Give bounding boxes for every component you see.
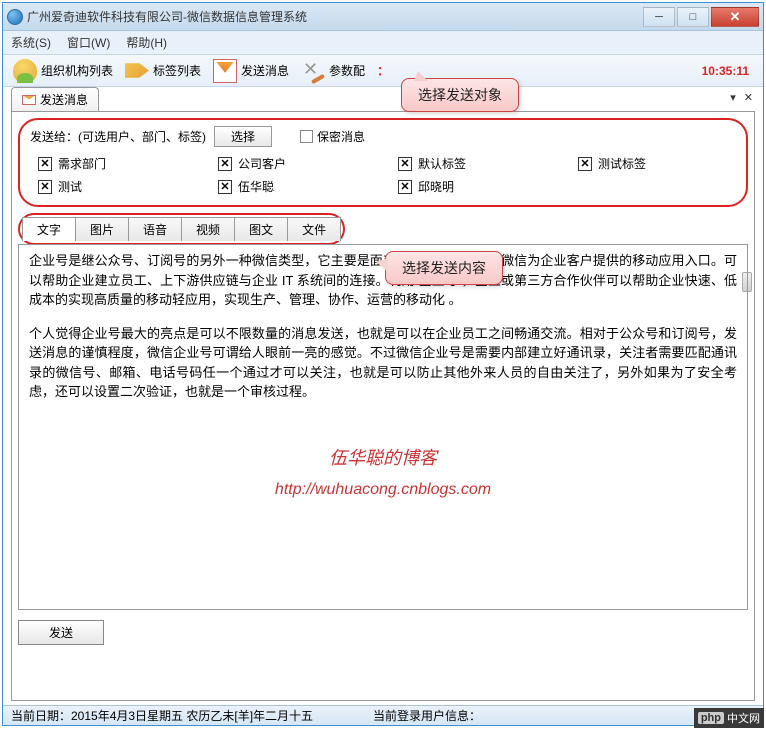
chip: ✕需求部门 bbox=[38, 155, 158, 172]
watermark-url: http://wuhuacong.cnblogs.com bbox=[275, 478, 491, 502]
toolbar-tag-label: 标签列表 bbox=[153, 62, 201, 79]
toolbar-tag-button[interactable]: 标签列表 bbox=[121, 57, 205, 85]
send-row: 发送 bbox=[18, 620, 748, 645]
status-user: 当前登录用户信息： bbox=[373, 707, 481, 724]
content-tab-voice[interactable]: 语音 bbox=[128, 217, 182, 241]
settings-icon bbox=[301, 59, 325, 83]
tab-dropdown[interactable]: ▾ bbox=[728, 91, 738, 104]
chip: ✕测试标签 bbox=[578, 155, 698, 172]
org-icon bbox=[13, 59, 37, 83]
php-badge-text: 中文网 bbox=[727, 710, 760, 726]
toolbar-org-button[interactable]: 组织机构列表 bbox=[9, 57, 117, 85]
status-date: 当前日期：2015年4月3日星期五 农历乙未[羊]年二月十五 bbox=[11, 707, 313, 724]
php-badge-logo: php bbox=[698, 712, 724, 724]
time-display: 10:35:11 bbox=[702, 64, 749, 78]
toolbar: 组织机构列表 标签列表 发送消息 参数配 ： 10:35:11 bbox=[3, 55, 763, 87]
close-button[interactable]: ✕ bbox=[711, 7, 759, 27]
secret-label: 保密消息 bbox=[317, 128, 365, 145]
toolbar-settings-label: 参数配 bbox=[329, 62, 365, 79]
app-icon bbox=[7, 9, 23, 25]
send-button[interactable]: 发送 bbox=[18, 620, 104, 645]
tab-controls: ▾ ✕ bbox=[728, 91, 755, 104]
chip-row-1: ✕需求部门 ✕公司客户 ✕默认标签 ✕测试标签 bbox=[30, 155, 736, 172]
menubar: 系统(S) 窗口(W) 帮助(H) bbox=[3, 31, 763, 55]
content-tab-text[interactable]: 文字 bbox=[22, 217, 76, 241]
select-recipient-button[interactable]: 选择 bbox=[214, 126, 272, 147]
menu-system[interactable]: 系统(S) bbox=[11, 34, 51, 51]
tab-label: 发送消息 bbox=[40, 91, 88, 108]
statusbar: 当前日期：2015年4月3日星期五 农历乙未[羊]年二月十五 当前登录用户信息： bbox=[3, 705, 763, 725]
titlebar[interactable]: 广州爱奇迪软件科技有限公司-微信数据信息管理系统 ─ □ ✕ bbox=[3, 3, 763, 31]
watermark: 伍华聪的博客 http://wuhuacong.cnblogs.com bbox=[275, 445, 491, 502]
remove-chip-icon[interactable]: ✕ bbox=[38, 157, 52, 171]
message-icon bbox=[213, 59, 237, 83]
menu-window[interactable]: 窗口(W) bbox=[67, 34, 110, 51]
toolbar-msg-label: 发送消息 bbox=[241, 62, 289, 79]
content-tab-video[interactable]: 视频 bbox=[181, 217, 235, 241]
chip: ✕公司客户 bbox=[218, 155, 338, 172]
maximize-button[interactable]: □ bbox=[677, 7, 709, 27]
toolbar-msg-button[interactable]: 发送消息 bbox=[209, 57, 293, 85]
content-tab-image[interactable]: 图片 bbox=[75, 217, 129, 241]
recipient-section: 发送给：(可选用户、部门、标签) 选择 保密消息 ✕需求部门 ✕公司客户 ✕默认… bbox=[18, 118, 748, 207]
minimize-button[interactable]: ─ bbox=[643, 7, 675, 27]
recipient-header: 发送给：(可选用户、部门、标签) 选择 保密消息 bbox=[30, 126, 736, 147]
editor-paragraph: 个人觉得企业号最大的亮点是可以不限数量的消息发送，也就是可以在企业员工之间畅通交… bbox=[29, 324, 737, 402]
chip: ✕邱晓明 bbox=[398, 178, 518, 195]
secret-checkbox[interactable] bbox=[300, 130, 313, 143]
content-tab-highlight: 文字 图片 语音 视频 图文 文件 bbox=[18, 213, 345, 245]
recipient-label: 发送给：(可选用户、部门、标签) bbox=[30, 128, 206, 145]
toolbar-org-label: 组织机构列表 bbox=[41, 62, 113, 79]
remove-chip-icon[interactable]: ✕ bbox=[398, 180, 412, 194]
app-window: 广州爱奇迪软件科技有限公司-微信数据信息管理系统 ─ □ ✕ 系统(S) 窗口(… bbox=[2, 2, 764, 726]
chip: ✕默认标签 bbox=[398, 155, 518, 172]
remove-chip-icon[interactable]: ✕ bbox=[578, 157, 592, 171]
message-icon bbox=[22, 95, 36, 105]
tab-close[interactable]: ✕ bbox=[742, 91, 755, 104]
window-controls: ─ □ ✕ bbox=[643, 7, 759, 27]
menu-help[interactable]: 帮助(H) bbox=[126, 34, 167, 51]
secret-checkbox-wrap[interactable]: 保密消息 bbox=[300, 128, 365, 145]
callout-content: 选择发送内容 bbox=[385, 251, 503, 285]
php-badge: php 中文网 bbox=[694, 708, 764, 728]
chip: ✕测试 bbox=[38, 178, 158, 195]
document-tab-bar: 发送消息 ▾ ✕ bbox=[11, 89, 755, 111]
chip: ✕伍华聪 bbox=[218, 178, 338, 195]
separator-dot: ： bbox=[377, 62, 389, 79]
tag-icon bbox=[125, 59, 149, 83]
content-area: 发送消息 ▾ ✕ 发送给：(可选用户、部门、标签) 选择 保密消息 ✕需求部门 bbox=[11, 89, 755, 705]
callout-recipient: 选择发送对象 bbox=[401, 78, 519, 112]
remove-chip-icon[interactable]: ✕ bbox=[38, 180, 52, 194]
remove-chip-icon[interactable]: ✕ bbox=[218, 157, 232, 171]
toolbar-settings-button[interactable]: 参数配 bbox=[297, 57, 369, 85]
window-title: 广州爱奇迪软件科技有限公司-微信数据信息管理系统 bbox=[27, 8, 643, 25]
watermark-name: 伍华聪的博客 bbox=[275, 445, 491, 472]
send-panel: 发送给：(可选用户、部门、标签) 选择 保密消息 ✕需求部门 ✕公司客户 ✕默认… bbox=[11, 111, 755, 701]
tab-send-message[interactable]: 发送消息 bbox=[11, 87, 99, 111]
content-tab-file[interactable]: 文件 bbox=[287, 217, 341, 241]
message-editor[interactable]: 企业号是继公众号、订阅号的另外一种微信类型，它主要是面对企业的。企业号是微信为企… bbox=[18, 244, 748, 610]
remove-chip-icon[interactable]: ✕ bbox=[218, 180, 232, 194]
remove-chip-icon[interactable]: ✕ bbox=[398, 157, 412, 171]
chip-row-2: ✕测试 ✕伍华聪 ✕邱晓明 bbox=[30, 178, 736, 195]
content-tab-row: 文字 图片 语音 视频 图文 文件 bbox=[18, 213, 748, 245]
content-tab-richtext[interactable]: 图文 bbox=[234, 217, 288, 241]
